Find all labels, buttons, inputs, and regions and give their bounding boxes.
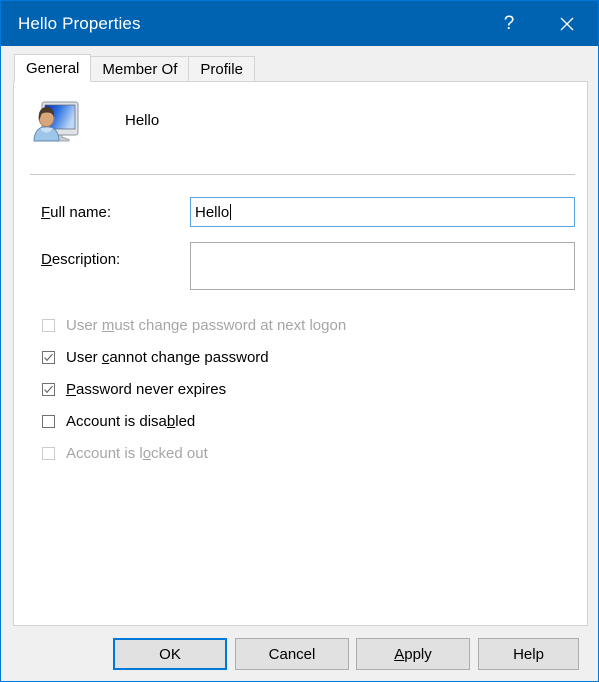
fullname-input[interactable]: Hello xyxy=(190,197,575,227)
checkbox-box-3 xyxy=(42,414,55,428)
checkbox-label-2: Password never expires xyxy=(66,380,227,398)
description-access-key: D xyxy=(41,251,52,268)
checkbox-account-is-locked-out[interactable]: Account is locked out xyxy=(42,437,562,469)
help-button-footer[interactable]: Help xyxy=(478,638,579,670)
checkbox-account-is-disabled[interactable]: Account is disabled xyxy=(42,405,562,437)
checkbox-box-4 xyxy=(42,446,55,460)
account-name-label: Hello xyxy=(125,111,160,129)
identity-header: Hello xyxy=(31,96,159,144)
checkbox-user-must-change-password[interactable]: User must change password at next logon xyxy=(42,309,562,341)
fullname-access-key: F xyxy=(41,204,51,221)
apply-access-key: A xyxy=(394,645,405,663)
fullname-label-text: ull name: xyxy=(50,204,112,221)
text-caret xyxy=(230,204,232,220)
checkbox-label-1: User cannot change password xyxy=(66,348,269,366)
checkbox-box-0 xyxy=(42,318,55,332)
ok-button[interactable]: OK xyxy=(113,638,227,670)
title-bar: Hello Properties ? xyxy=(1,1,598,46)
checkbox-label-3: Account is disabled xyxy=(66,412,196,430)
window-title: Hello Properties xyxy=(18,13,141,33)
dialog-footer: OK Cancel Apply Help xyxy=(2,626,598,681)
tab-strip: General Member Of Profile xyxy=(2,46,598,82)
apply-label-text: pply xyxy=(404,645,432,663)
description-label-text: escription: xyxy=(51,251,121,268)
checkbox-box-1 xyxy=(42,350,55,364)
description-label: Description: xyxy=(41,251,120,268)
tab-list: General Member Of Profile xyxy=(14,54,255,82)
tab-general[interactable]: General xyxy=(14,54,92,82)
checkbox-password-never-expires[interactable]: Password never expires xyxy=(42,373,562,405)
account-options-list: User must change password at next logon … xyxy=(42,309,562,469)
tab-content-general: Hello Full name: Hello Description: User… xyxy=(13,81,588,626)
tab-member-of[interactable]: Member Of xyxy=(90,56,190,82)
help-icon[interactable]: ? xyxy=(486,1,532,46)
cancel-button[interactable]: Cancel xyxy=(235,638,349,670)
properties-dialog: Hello Properties ? General Member Of Pro… xyxy=(0,0,599,682)
checkbox-user-cannot-change-password[interactable]: User cannot change password xyxy=(42,341,562,373)
fullname-value: Hello xyxy=(195,203,230,221)
close-icon[interactable] xyxy=(544,1,590,46)
checkbox-box-2 xyxy=(42,382,55,396)
apply-button[interactable]: Apply xyxy=(356,638,470,670)
description-input[interactable] xyxy=(190,242,575,290)
tab-profile[interactable]: Profile xyxy=(188,56,255,82)
fullname-label: Full name: xyxy=(41,204,111,221)
checkbox-label-0: User must change password at next logon xyxy=(66,316,347,334)
user-account-icon xyxy=(31,96,81,144)
checkbox-label-4: Account is locked out xyxy=(66,444,208,462)
header-divider xyxy=(30,174,575,175)
